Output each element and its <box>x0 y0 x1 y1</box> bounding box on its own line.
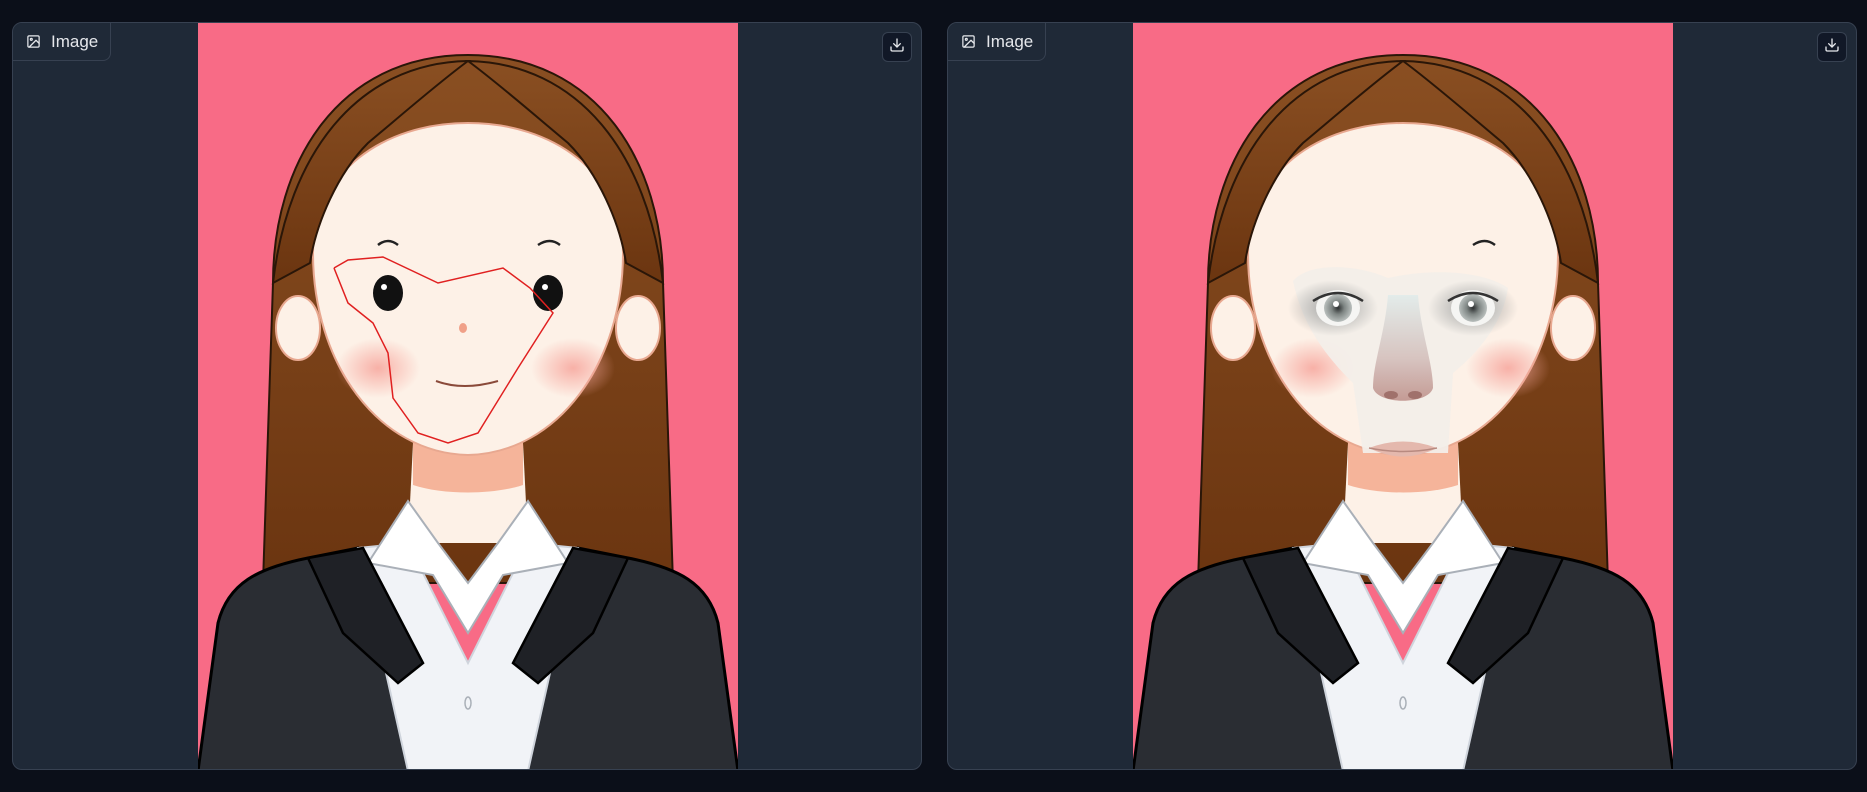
cartoon-portrait-image <box>198 23 738 769</box>
app-root: Image Image <box>0 0 1867 792</box>
image-canvas <box>198 23 738 769</box>
download-icon <box>889 37 905 58</box>
image-label-text: Image <box>986 31 1034 51</box>
image-icon <box>25 34 41 50</box>
download-icon <box>1824 37 1840 58</box>
faceswap-result-image <box>1133 23 1673 769</box>
image-label-tag: Image <box>948 23 1047 61</box>
image-panel-right: Image <box>947 22 1857 770</box>
image-icon <box>960 34 976 50</box>
image-panel-left: Image <box>12 22 922 770</box>
image-canvas <box>1133 23 1673 769</box>
image-label-tag: Image <box>13 23 112 61</box>
download-button[interactable] <box>882 32 912 62</box>
download-button[interactable] <box>1817 32 1847 62</box>
image-label-text: Image <box>51 31 99 51</box>
